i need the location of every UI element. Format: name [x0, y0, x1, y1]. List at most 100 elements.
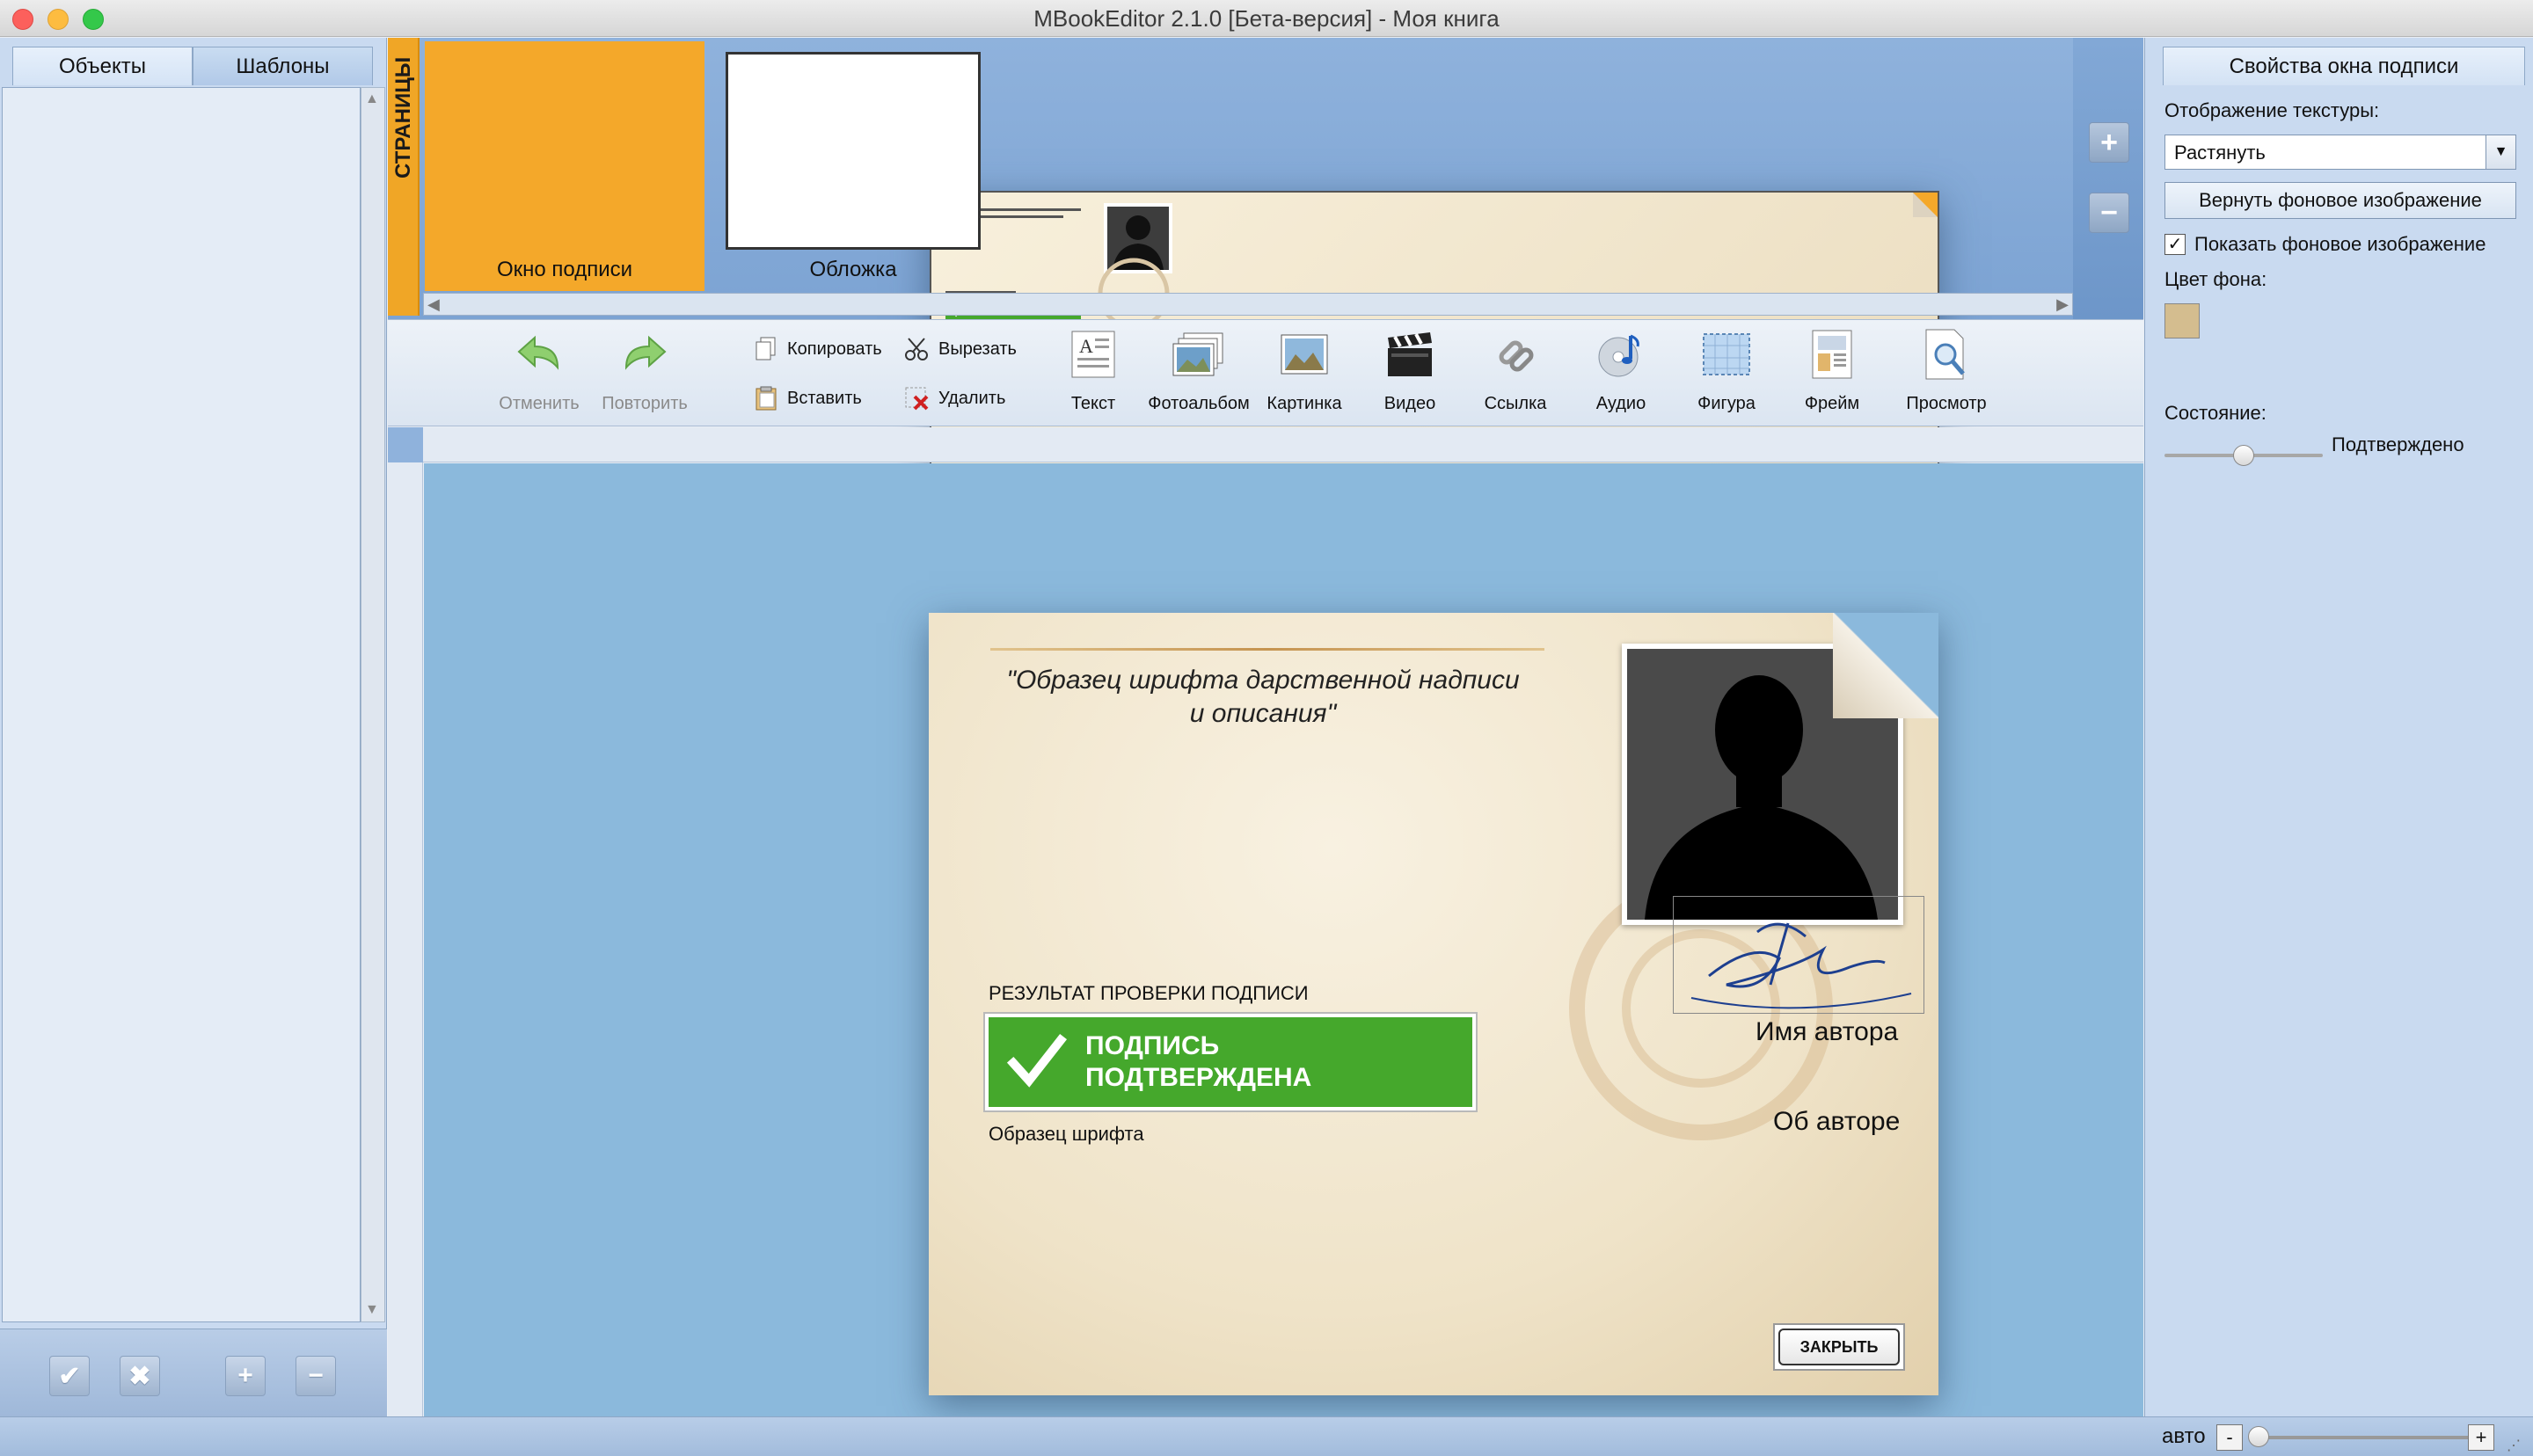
- picture-icon: [1277, 327, 1332, 382]
- properties-header[interactable]: Свойства окна подписи: [2163, 47, 2525, 85]
- scroll-right-icon[interactable]: ▶: [2056, 295, 2069, 314]
- tab-templates[interactable]: Шаблоны: [193, 47, 373, 85]
- undo-icon: [512, 327, 566, 382]
- copy-button[interactable]: Копировать: [754, 336, 882, 362]
- signature-image[interactable]: [1673, 896, 1924, 1014]
- pages-strip: СТРАНИЦЫ Окно подписи Обложка ◀ ▶ + −: [388, 38, 2143, 973]
- scroll-left-icon[interactable]: ◀: [427, 295, 440, 314]
- plus-icon: +: [2475, 1426, 2487, 1448]
- apply-button[interactable]: ✔: [49, 1356, 90, 1396]
- left-tabs: Объекты Шаблоны: [12, 47, 373, 85]
- title-bar: MBookEditor 2.1.0 [Бета-версия] - Моя кн…: [0, 0, 2533, 37]
- bg-color-swatch[interactable]: [2164, 303, 2200, 339]
- minus-icon: −: [308, 1361, 324, 1390]
- paste-button[interactable]: Вставить: [754, 385, 862, 411]
- page-label: Окно подписи: [496, 258, 633, 281]
- close-button[interactable]: ЗАКРЫТЬ: [1778, 1329, 1900, 1365]
- page-thumb-signature[interactable]: Окно подписи: [425, 41, 1939, 973]
- shape-label: Фигура: [1697, 394, 1756, 413]
- font-sample-text[interactable]: Образец шрифта: [989, 1123, 1144, 1146]
- verification-result-label[interactable]: РЕЗУЛЬТАТ ПРОВЕРКИ ПОДПИСИ: [989, 982, 1309, 1005]
- caption-text[interactable]: "Образец шрифта дарственной надписи и оп…: [999, 664, 1527, 731]
- video-label: Видео: [1383, 394, 1436, 413]
- frame-tool[interactable]: Фрейм: [1779, 327, 1885, 414]
- frame-icon: [1805, 327, 1859, 382]
- cut-label: Вырезать: [938, 339, 1017, 359]
- text-tool[interactable]: A Текст: [1040, 327, 1146, 414]
- left-bottom-bar: ✔ ✖ + −: [0, 1329, 387, 1416]
- show-background-label: Показать фоновое изображение: [2194, 233, 2486, 255]
- slider-knob[interactable]: [2233, 445, 2254, 466]
- bg-color-label: Цвет фона:: [2164, 268, 2267, 290]
- texture-select[interactable]: Растянуть ▼: [2164, 135, 2516, 170]
- state-label: Состояние:: [2164, 402, 2267, 424]
- link-tool[interactable]: Ссылка: [1463, 327, 1568, 414]
- zoom-slider[interactable]: [2259, 1436, 2470, 1439]
- decorative-line: [990, 648, 1544, 651]
- author-about[interactable]: Об авторе: [1773, 1107, 1900, 1137]
- preview-tool[interactable]: Просмотр: [1894, 327, 1999, 414]
- objects-list[interactable]: [2, 87, 361, 1322]
- main-toolbar: Отменить Повторить Копировать Вставить В…: [388, 319, 2143, 426]
- shape-tool[interactable]: Фигура: [1674, 327, 1779, 414]
- photoalbum-tool[interactable]: Фотоальбом: [1146, 327, 1252, 414]
- plus-icon: +: [237, 1361, 253, 1390]
- tab-objects[interactable]: Объекты: [12, 47, 193, 85]
- shape-icon: [1699, 327, 1754, 382]
- show-background-checkbox[interactable]: ✓ Показать фоновое изображение: [2164, 233, 2486, 256]
- undo-button[interactable]: Отменить: [486, 327, 592, 414]
- preview-icon: [1919, 327, 1974, 382]
- pages-scrollbar[interactable]: ◀ ▶: [423, 293, 2073, 316]
- paste-label: Вставить: [787, 388, 862, 408]
- window-title: MBookEditor 2.1.0 [Бета-версия] - Моя кн…: [1033, 5, 1500, 32]
- audio-label: Аудио: [1595, 394, 1646, 413]
- state-slider[interactable]: [2164, 444, 2323, 467]
- verification-badge[interactable]: ПОДПИСЬ ПОДТВЕРЖДЕНА: [983, 1012, 1478, 1112]
- cut-button[interactable]: Вырезать: [903, 336, 1017, 362]
- verification-badge-fill: ПОДПИСЬ ПОДТВЕРЖДЕНА: [989, 1017, 1472, 1107]
- check-icon: ✔: [58, 1361, 81, 1391]
- zoom-out-button[interactable]: -: [2216, 1424, 2243, 1451]
- video-tool[interactable]: Видео: [1357, 327, 1463, 414]
- svg-text:A: A: [1079, 335, 1093, 357]
- audio-tool[interactable]: Аудио: [1568, 327, 1674, 414]
- delete-icon: [905, 387, 929, 411]
- scroll-down-icon[interactable]: ▼: [365, 1302, 379, 1318]
- reset-background-button[interactable]: Вернуть фоновое изображение: [2164, 182, 2516, 219]
- chevron-down-icon[interactable]: ▼: [2486, 135, 2515, 169]
- photoalbum-icon: [1172, 327, 1226, 382]
- picture-tool[interactable]: Картинка: [1252, 327, 1357, 414]
- resize-grip-icon[interactable]: ⋰: [2507, 1437, 2521, 1454]
- add-page-button[interactable]: +: [2089, 122, 2129, 163]
- checkbox-checked-icon[interactable]: ✓: [2164, 234, 2186, 255]
- frame-label: Фрейм: [1804, 394, 1860, 413]
- remove-page-button[interactable]: −: [2089, 193, 2129, 233]
- page-label: Обложка: [809, 258, 897, 281]
- minus-icon: −: [2100, 195, 2118, 229]
- pages-label: СТРАНИЦЫ: [388, 38, 420, 316]
- copy-label: Копировать: [787, 339, 882, 359]
- clapperboard-icon: [1383, 327, 1437, 382]
- cross-icon: ✖: [128, 1361, 151, 1391]
- zoom-in-button[interactable]: +: [2468, 1424, 2494, 1451]
- delete-label: Удалить: [938, 388, 1006, 408]
- delete-button[interactable]: Удалить: [903, 385, 1005, 411]
- redo-button[interactable]: Повторить: [592, 327, 697, 414]
- cancel-button[interactable]: ✖: [120, 1356, 160, 1396]
- left-panel: Объекты Шаблоны ▲ ▼ ✔ ✖ + −: [0, 38, 387, 1416]
- close-button-element[interactable]: ЗАКРЫТЬ: [1773, 1323, 1905, 1371]
- properties-panel: Свойства окна подписи Отображение тексту…: [2144, 38, 2533, 1416]
- preview-label: Просмотр: [1906, 394, 1987, 413]
- page-thumb-cover[interactable]: Обложка: [713, 41, 993, 291]
- add-object-button[interactable]: +: [225, 1356, 266, 1396]
- page-preview-cover: [726, 52, 981, 250]
- objects-scrollbar[interactable]: ▲ ▼: [361, 87, 385, 1322]
- author-name[interactable]: Имя автора: [1756, 1017, 1898, 1047]
- editor-canvas[interactable]: "Образец шрифта дарственной надписи и оп…: [424, 463, 2143, 1416]
- remove-object-button[interactable]: −: [296, 1356, 336, 1396]
- ruler-top: [388, 427, 2143, 462]
- zoom-slider-knob[interactable]: [2248, 1426, 2269, 1447]
- scissors-icon: [905, 338, 928, 360]
- scroll-up-icon[interactable]: ▲: [365, 91, 379, 107]
- signature-page[interactable]: "Образец шрифта дарственной надписи и оп…: [929, 613, 1938, 1395]
